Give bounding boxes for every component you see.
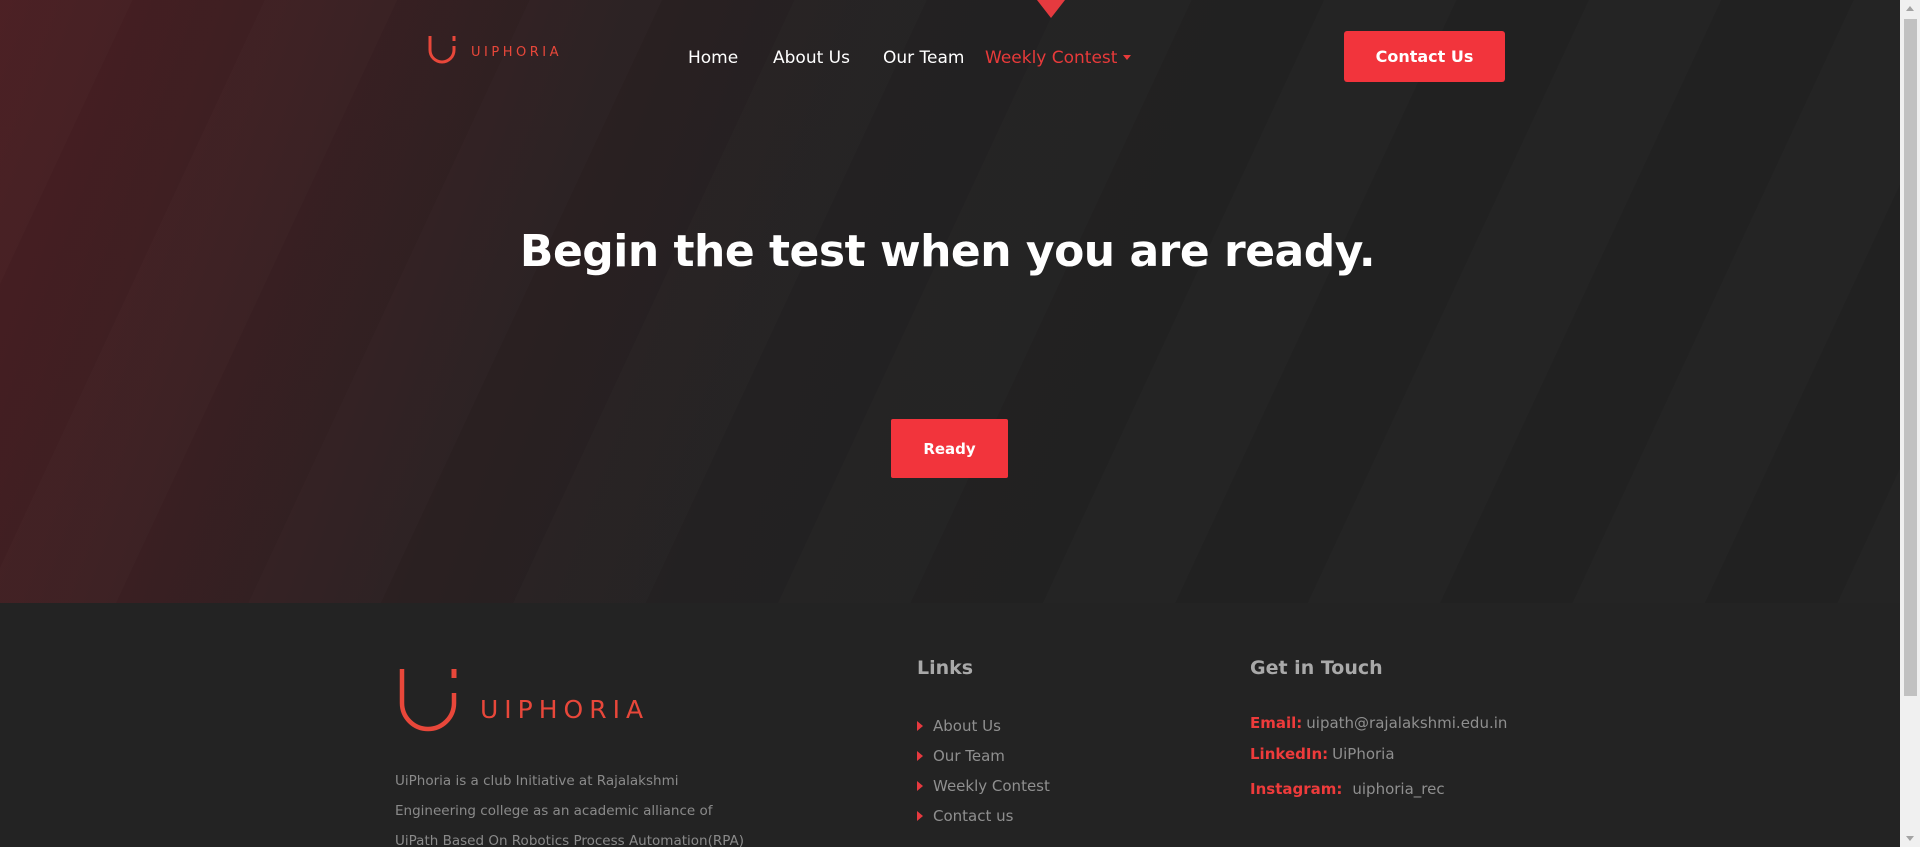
footer: UIPHORIA UiPhoria is a club Initiative a… — [0, 603, 1900, 847]
footer-links: About Us Our Team Weekly Contest Contact… — [917, 711, 1050, 831]
footer-logo: UIPHORIA — [398, 665, 649, 741]
footer-link-label: About Us — [933, 717, 1001, 735]
linkedin-label: LinkedIn: — [1250, 745, 1329, 763]
scroll-down-button[interactable] — [1900, 830, 1920, 847]
site-logo[interactable]: UIPHORIA — [427, 28, 562, 68]
page-scrollbar[interactable] — [1900, 0, 1920, 847]
contact-linkedin-row: LinkedIn: UiPhoria — [1250, 745, 1395, 763]
uiphoria-logo-large-icon — [399, 669, 457, 732]
nav-our-team[interactable]: Our Team — [883, 48, 964, 68]
footer-link-label: Our Team — [933, 747, 1005, 765]
ready-button[interactable]: Ready — [891, 419, 1008, 478]
nav-weekly-contest-label: Weekly Contest — [985, 48, 1118, 68]
footer-link-our-team[interactable]: Our Team — [917, 741, 1050, 771]
nav-home[interactable]: Home — [688, 48, 738, 68]
arrow-down-icon — [1906, 836, 1914, 841]
scroll-up-button[interactable] — [1900, 0, 1920, 17]
footer-logo-wordmark: UIPHORIA — [480, 694, 650, 724]
footer-about-text: UiPhoria is a club Initiative at Rajalak… — [395, 773, 744, 847]
dropdown-caret-icon — [1123, 55, 1132, 60]
contact-instagram-row: Instagram: uiphoria_rec — [1250, 780, 1445, 798]
caret-right-icon — [917, 751, 923, 761]
footer-link-about-us[interactable]: About Us — [917, 711, 1050, 741]
email-link[interactable]: uipath@rajalakshmi.edu.in — [1306, 714, 1507, 732]
uiphoria-logo-icon — [428, 36, 456, 64]
scroll-thumb[interactable] — [1904, 19, 1917, 696]
nav-weekly-contest[interactable]: Weekly Contest — [985, 48, 1132, 68]
links-title: Links — [917, 657, 974, 679]
footer-link-contact-us[interactable]: Contact us — [917, 801, 1050, 831]
active-nav-pointer-icon — [1037, 0, 1065, 18]
instagram-label: Instagram: — [1250, 780, 1343, 798]
caret-right-icon — [917, 721, 923, 731]
hero-headline: Begin the test when you are ready. — [519, 226, 1376, 277]
linkedin-link[interactable]: UiPhoria — [1332, 745, 1394, 763]
get-in-touch-title: Get in Touch — [1250, 657, 1383, 679]
footer-link-weekly-contest[interactable]: Weekly Contest — [917, 771, 1050, 801]
caret-right-icon — [917, 811, 923, 821]
hero-section: UIPHORIA Home About Us Our Team Weekly C… — [0, 0, 1900, 603]
footer-link-label: Contact us — [933, 807, 1014, 825]
instagram-link[interactable]: uiphoria_rec — [1352, 780, 1444, 798]
arrow-up-icon — [1906, 6, 1914, 11]
nav-about-us[interactable]: About Us — [773, 48, 850, 68]
contact-email-row: Email: uipath@rajalakshmi.edu.in — [1250, 714, 1507, 732]
contact-us-button[interactable]: Contact Us — [1344, 31, 1505, 82]
logo-wordmark: UIPHORIA — [471, 44, 562, 60]
footer-link-label: Weekly Contest — [933, 777, 1050, 795]
caret-right-icon — [917, 781, 923, 791]
page: UIPHORIA Home About Us Our Team Weekly C… — [0, 0, 1920, 847]
email-label: Email: — [1250, 714, 1303, 732]
